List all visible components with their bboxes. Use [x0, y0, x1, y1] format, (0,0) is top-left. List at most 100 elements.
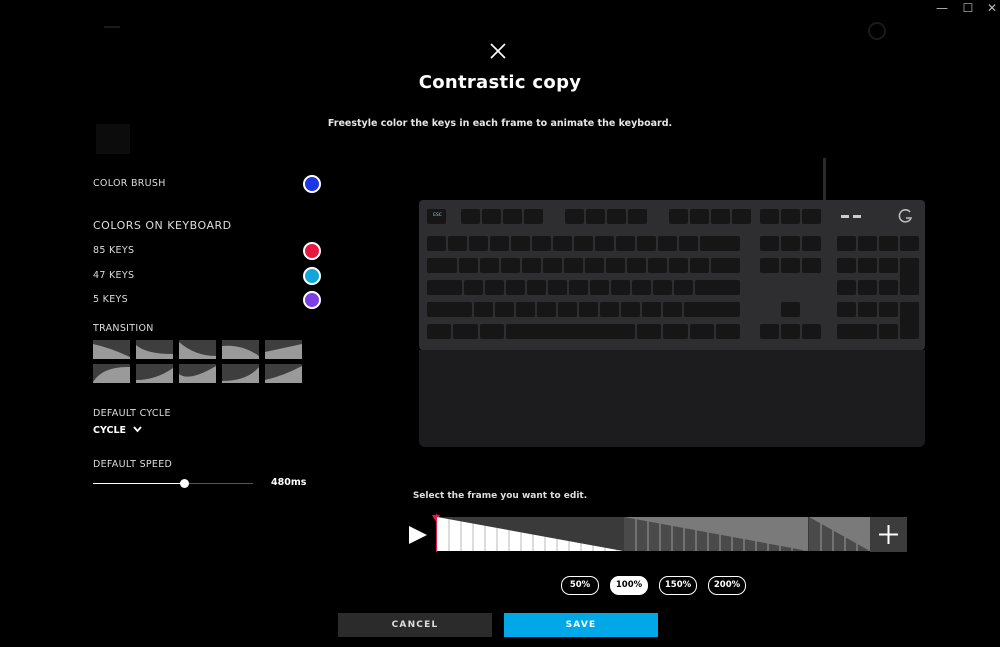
keyboard-key[interactable] — [710, 258, 740, 273]
color-swatch-cyan[interactable] — [303, 267, 321, 285]
save-button[interactable]: SAVE — [504, 613, 658, 637]
keyboard-key[interactable] — [542, 258, 562, 273]
keyboard-key[interactable] — [837, 280, 856, 295]
keyboard-key[interactable] — [563, 258, 583, 273]
zoom-150-button[interactable]: 150% — [659, 576, 697, 595]
keyboard-key[interactable] — [427, 258, 457, 273]
transition-option[interactable] — [136, 364, 173, 383]
minimize-button[interactable]: — — [930, 0, 954, 18]
transition-option[interactable] — [136, 340, 173, 359]
transition-option[interactable] — [179, 364, 216, 383]
keyboard-key[interactable] — [503, 209, 522, 224]
keyboard-key[interactable] — [453, 324, 478, 339]
keyboard-key[interactable] — [427, 302, 473, 317]
keyboard-key[interactable] — [495, 302, 515, 317]
cancel-button[interactable]: CANCEL — [338, 613, 492, 637]
keyboard-key[interactable] — [684, 302, 740, 317]
transition-option[interactable] — [222, 340, 259, 359]
keyboard-key[interactable] — [760, 209, 779, 224]
keyboard-key[interactable] — [760, 258, 779, 273]
keyboard-key[interactable] — [690, 209, 709, 224]
keyboard-key[interactable] — [586, 209, 605, 224]
transition-option[interactable] — [265, 340, 302, 359]
keyboard-key[interactable] — [858, 258, 877, 273]
keyboard-key[interactable] — [605, 258, 625, 273]
keyboard-key[interactable] — [558, 302, 578, 317]
keyboard-key[interactable] — [479, 324, 504, 339]
keyboard-key[interactable] — [511, 236, 530, 251]
keyboard-key[interactable] — [626, 258, 646, 273]
keyboard-key[interactable] — [837, 302, 856, 317]
speed-slider-handle[interactable] — [180, 479, 190, 488]
keyboard-key[interactable] — [463, 280, 483, 295]
keyboard-key[interactable] — [858, 236, 877, 251]
keyboard-key[interactable] — [568, 280, 588, 295]
keyboard-key[interactable] — [584, 258, 604, 273]
keyboard-key[interactable] — [715, 324, 740, 339]
keyboard-key[interactable] — [658, 236, 677, 251]
color-swatch-purple[interactable] — [303, 291, 321, 309]
keyboard-key[interactable] — [628, 209, 647, 224]
zoom-100-button[interactable]: 100% — [610, 576, 648, 595]
keyboard-preview[interactable]: ESC — [419, 200, 925, 350]
keyboard-key[interactable] — [760, 236, 779, 251]
keyboard-key[interactable] — [652, 280, 672, 295]
keyboard-key[interactable] — [802, 324, 821, 339]
close-window-button[interactable]: ✕ — [980, 0, 1000, 18]
keyboard-key[interactable] — [879, 280, 898, 295]
keyboard-key[interactable] — [711, 209, 730, 224]
keyboard-key[interactable] — [610, 280, 630, 295]
maximize-button[interactable]: ☐ — [956, 0, 980, 18]
keyboard-key[interactable] — [760, 324, 779, 339]
keyboard-key[interactable] — [802, 258, 821, 273]
keyboard-key[interactable] — [879, 236, 898, 251]
keyboard-key[interactable] — [565, 209, 584, 224]
keyboard-key[interactable] — [669, 209, 688, 224]
keyboard-key[interactable] — [689, 258, 709, 273]
frame-timeline[interactable] — [437, 517, 870, 551]
timeline-frame[interactable] — [809, 517, 870, 551]
keyboard-key[interactable] — [900, 302, 919, 339]
keyboard-key[interactable] — [521, 258, 541, 273]
keyboard-key[interactable] — [879, 302, 898, 317]
keyboard-key[interactable] — [427, 236, 446, 251]
keyboard-key[interactable] — [694, 280, 740, 295]
keyboard-key[interactable] — [673, 280, 693, 295]
keyboard-key[interactable] — [858, 302, 877, 317]
keyboard-key[interactable] — [900, 258, 919, 295]
keyboard-key[interactable] — [469, 236, 488, 251]
keyboard-key[interactable] — [781, 236, 800, 251]
keyboard-key[interactable] — [482, 209, 501, 224]
keyboard-key[interactable] — [484, 280, 504, 295]
keyboard-key[interactable] — [781, 302, 800, 317]
timeline-frame[interactable] — [437, 517, 623, 551]
transition-option[interactable] — [265, 364, 302, 383]
play-icon[interactable] — [408, 525, 428, 549]
keyboard-key[interactable] — [837, 236, 856, 251]
transition-option[interactable] — [93, 340, 130, 359]
keyboard-key[interactable] — [427, 324, 452, 339]
keyboard-key[interactable] — [461, 209, 480, 224]
keyboard-key[interactable] — [781, 258, 800, 273]
keyboard-key[interactable] — [663, 302, 683, 317]
keyboard-key[interactable] — [516, 302, 536, 317]
keyboard-key[interactable] — [524, 209, 543, 224]
keyboard-key[interactable] — [616, 236, 635, 251]
keyboard-key[interactable] — [621, 302, 641, 317]
keyboard-key[interactable] — [505, 280, 525, 295]
keyboard-key[interactable] — [637, 236, 656, 251]
keyboard-key[interactable] — [668, 258, 688, 273]
keyboard-key[interactable] — [879, 324, 898, 339]
keyboard-key[interactable] — [607, 209, 626, 224]
keyboard-key[interactable] — [448, 236, 467, 251]
timeline-frame[interactable] — [624, 517, 808, 551]
keyboard-key[interactable] — [458, 258, 478, 273]
zoom-50-button[interactable]: 50% — [561, 576, 599, 595]
keyboard-key[interactable] — [642, 302, 662, 317]
keyboard-key[interactable] — [427, 280, 462, 295]
keyboard-key[interactable] — [526, 280, 546, 295]
keyboard-key[interactable]: ESC — [427, 209, 446, 224]
color-brush-swatch[interactable] — [303, 175, 321, 193]
keyboard-key[interactable] — [479, 258, 499, 273]
keyboard-key[interactable] — [589, 280, 609, 295]
